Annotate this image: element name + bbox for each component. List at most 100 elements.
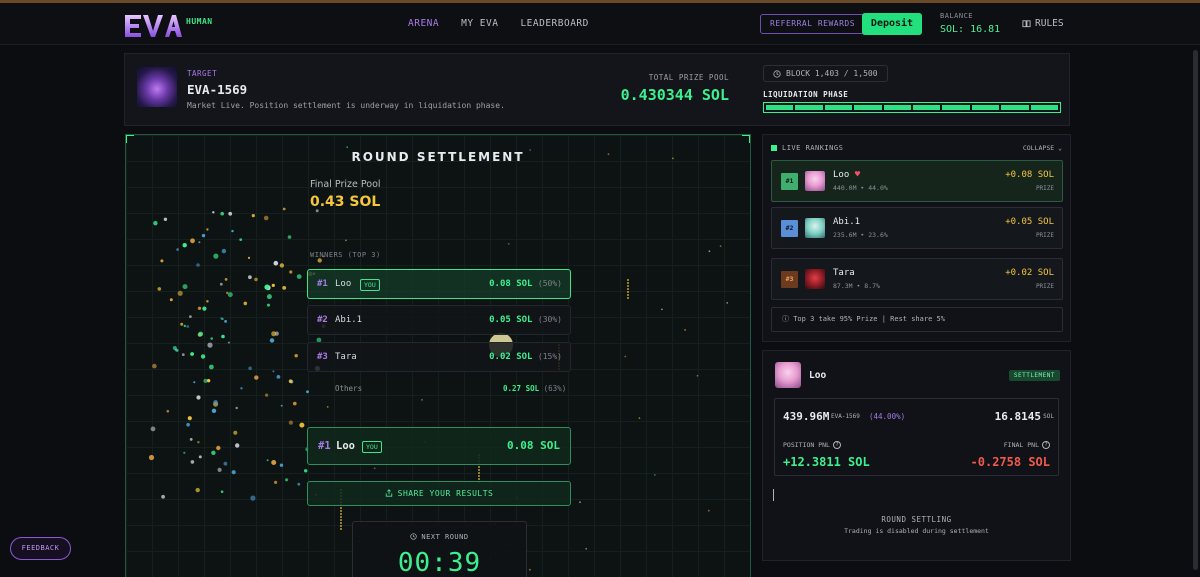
final-pnl-value: -0.2758 SOL [970,455,1050,469]
position-quantity: 439.96M [783,410,830,423]
winner-amount-sol: 0.05 SOL [489,315,533,325]
winner-amount: 0.05 SOL (30%) [489,315,562,325]
winner-rank: #2 [317,315,328,325]
position-ticker: EVA-1569 [831,413,860,420]
position-value: 16.8145 [994,410,1041,423]
ranking-prize-label: PRIZE [1035,283,1054,290]
liquidation-phase-label: LIQUIDATION PHASE [763,90,849,99]
collapse-label: COLLAPSE [1022,144,1055,152]
live-indicator-icon [771,145,777,151]
next-round-countdown: 00:39 [397,548,482,577]
winner-rank: #1 [317,279,328,289]
ranking-card[interactable]: #2 Abi.1 235.6M • 23.6% +0.05 SOL PRIZE [771,207,1063,249]
winner-name: Tara [335,352,357,362]
heart-icon: ♥ [854,170,861,180]
block-counter: BLOCK 1,403 / 1,500 [763,65,888,82]
rules-label: RULES [1035,18,1064,29]
nav-link-leaderboard[interactable]: LEADERBOARD [520,18,588,29]
share-results-button[interactable]: SHARE YOUR RESULTS [307,481,571,506]
live-rankings-panel: LIVE RANKINGS COLLAPSE ⌄ #1 Loo ♥ 440.0M… [762,134,1071,342]
others-share: (63%) [543,384,567,393]
liquidation-progress-bar [763,102,1061,113]
ranking-sol: +0.08 SOL [1005,170,1054,180]
balance-label: BALANCE [940,12,974,20]
referral-rewards-button[interactable]: REFERRAL REWARDS [760,14,866,34]
rank-badge: #2 [781,220,798,237]
total-prize-pool-label: TOTAL PRIZE POOL [648,73,729,82]
ranking-card[interactable]: #3 Tara 87.3M • 8.7% +0.02 SOL PRIZE [771,258,1063,300]
ranking-stats: 87.3M • 8.7% [833,282,880,290]
total-prize-pool-value: 0.430344 SOL [620,86,729,104]
winner-amount-sol: 0.02 SOL [489,352,533,362]
rank-badge: #3 [781,271,798,288]
collapse-button[interactable]: COLLAPSE ⌄ [1023,144,1062,152]
deposit-button[interactable]: Deposit [862,13,922,35]
next-round-label: NEXT ROUND [353,533,526,541]
eva-logo[interactable] [124,12,182,40]
winner-amount-sol: 0.08 SOL [489,279,533,289]
help-icon[interactable]: ? [1042,441,1050,449]
logo-subtitle: HUMAN [186,17,213,26]
my-result-card: #1 Loo YOU 0.08 SOL [307,427,571,465]
target-name: EVA-1569 [187,82,248,97]
target-image [137,67,177,107]
share-results-label: SHARE YOUR RESULTS [397,489,494,498]
others-amount: 0.27 SOL (63%) [503,384,566,393]
next-round-label-text: NEXT ROUND [421,533,469,541]
position-percent: (44.00%) [869,412,906,421]
next-round-timer: NEXT ROUND 00:39 [352,521,527,577]
winners-label: WINNERS (TOP 3) [310,251,381,259]
feedback-button[interactable]: FEEDBACK [10,537,71,560]
rules-button[interactable]: RULES [1022,18,1064,29]
ranking-name: Abi.1 [833,217,861,227]
target-label: TARGET [187,69,218,78]
text-cursor [773,489,774,501]
winner-name: Loo [335,279,352,289]
ranking-sol: +0.02 SOL [1005,268,1054,278]
rank-badge: #1 [781,173,798,190]
ranking-card[interactable]: #1 Loo ♥ 440.0M • 44.0% +0.08 SOL PRIZE [771,160,1063,202]
ranking-stats: 235.6M • 23.6% [833,231,888,239]
avatar [805,171,825,191]
target-description: Market Live. Position settlement is unde… [187,101,505,110]
others-label: Others [335,384,363,393]
winner-row: #2 Abi.1 0.05 SOL (30%) [307,305,571,335]
final-pnl-label: FINAL PNL? [1004,441,1050,449]
clock-icon [410,533,418,540]
top-nav: HUMAN ARENA MY EVA LEADERBOARD REFERRAL … [0,3,1200,45]
trading-disabled-text: Trading is disabled during settlement [844,527,989,535]
winner-name: Abi.1 [335,315,363,325]
avatar [775,362,801,388]
block-counter-text: BLOCK 1,403 / 1,500 [786,69,878,78]
position-value-unit: SOL [1043,413,1054,420]
round-settlement-title: ROUND SETTLEMENT [351,150,525,164]
position-panel: Loo SETTLEMENT 439.96M EVA-1569 (44.00%)… [762,350,1071,561]
position-pnl-label-text: POSITION PNL [783,441,830,449]
balance-value: SOL: 16.81 [940,24,1001,35]
winner-share: (50%) [537,279,562,288]
ranking-name-text: Loo [833,170,850,180]
ranking-stats: 440.0M • 44.0% [833,184,888,192]
avatar [805,269,825,289]
help-icon[interactable]: ? [832,441,841,449]
final-prize-pool-value: 0.43 SOL [310,194,381,210]
nav-link-my-eva[interactable]: MY EVA [461,18,498,29]
final-pnl-label-text: FINAL PNL [1003,441,1039,449]
ranking-prize-label: PRIZE [1035,185,1054,192]
you-badge: YOU [362,441,382,453]
winner-share: (30%) [537,315,562,324]
ranking-sol: +0.05 SOL [1005,217,1054,227]
chevron-down-icon: ⌄ [1058,144,1062,152]
nav-link-arena[interactable]: ARENA [408,18,439,29]
scrollbar-thumb[interactable] [1193,50,1198,570]
winner-row: #3 Tara 0.02 SOL (15%) [307,342,571,372]
live-rankings-title-text: LIVE RANKINGS [782,144,844,152]
position-summary: 439.96M EVA-1569 (44.00%) 16.8145 SOL PO… [774,398,1059,476]
my-name: Loo [336,440,355,452]
winner-amount: 0.02 SOL (15%) [489,352,562,362]
others-amount-sol: 0.27 SOL [503,384,540,393]
my-amount: 0.08 SOL [507,439,560,452]
info-icon: ⓘ [782,315,789,323]
winner-rank: #3 [317,352,328,362]
avatar [805,218,825,238]
